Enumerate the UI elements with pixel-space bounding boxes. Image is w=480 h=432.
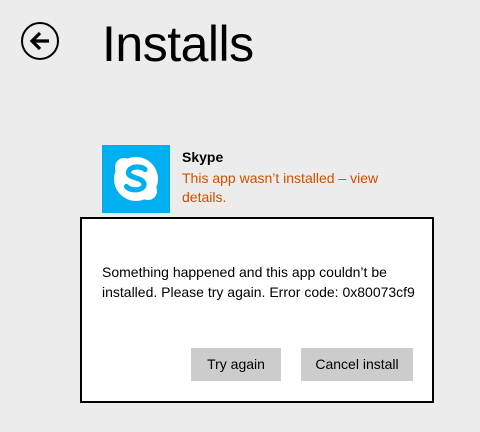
- dialog-message: Something happened and this app couldn’t…: [102, 264, 415, 300]
- page-title: Installs: [102, 16, 254, 72]
- try-again-button[interactable]: Try again: [191, 348, 281, 381]
- error-dialog: Something happened and this app couldn’t…: [80, 217, 434, 403]
- cancel-install-button[interactable]: Cancel install: [301, 348, 413, 381]
- app-tile[interactable]: [102, 145, 170, 213]
- app-name: Skype: [182, 149, 224, 165]
- install-status-link[interactable]: This app wasn’t installed – view details…: [182, 169, 412, 207]
- back-button[interactable]: [21, 22, 59, 60]
